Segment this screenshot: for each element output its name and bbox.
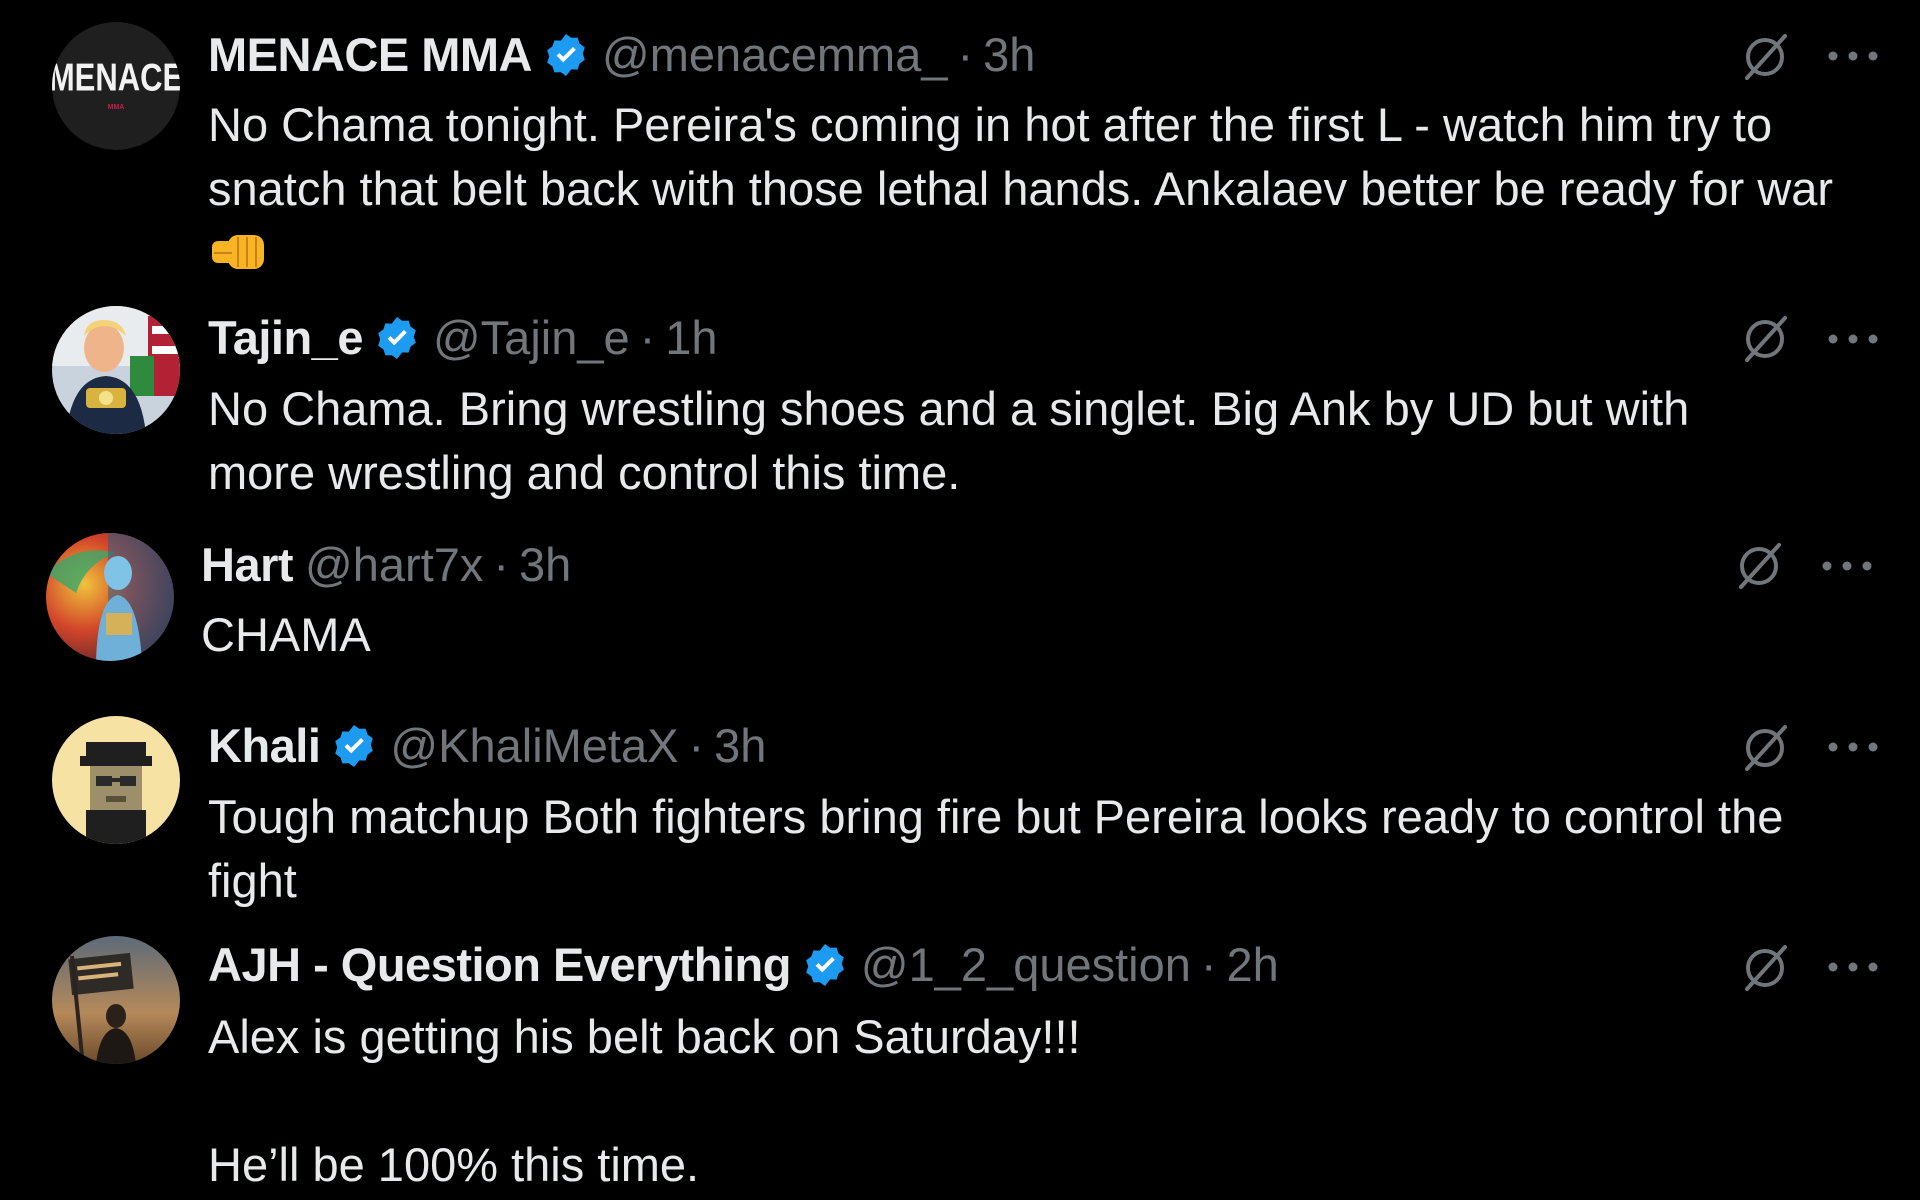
person-with-belt-photo bbox=[52, 306, 180, 434]
tweet-text-content: Tough matchup Both fighters bring fire b… bbox=[208, 790, 1784, 907]
user-handle[interactable]: @menacemma_ bbox=[602, 25, 948, 85]
timestamp[interactable]: 3h bbox=[983, 25, 1035, 85]
verified-badge-icon bbox=[801, 941, 849, 989]
avatar[interactable] bbox=[46, 533, 174, 661]
separator-dot: · bbox=[688, 719, 705, 772]
display-name[interactable]: Khali bbox=[208, 716, 321, 776]
more-options-icon[interactable] bbox=[1826, 960, 1880, 974]
verified-badge-icon bbox=[330, 722, 378, 770]
tweet-header: Hart @hart7x · 3h bbox=[201, 535, 571, 595]
person-holding-flag-photo bbox=[52, 936, 180, 1064]
grok-icon[interactable] bbox=[1740, 32, 1790, 82]
tweet-text: No Chama. Bring wrestling shoes and a si… bbox=[208, 377, 1798, 505]
display-name[interactable]: MENACE MMA bbox=[208, 25, 532, 85]
display-name[interactable]: Tajin_e bbox=[208, 308, 363, 368]
more-options-icon[interactable] bbox=[1826, 740, 1880, 754]
tweet-text: Alex is getting his belt back on Saturda… bbox=[208, 1005, 1888, 1197]
tweet-text: No Chama tonight. Pereira's coming in ho… bbox=[208, 93, 1888, 285]
avatar[interactable]: MENACE MMA bbox=[52, 22, 180, 150]
separator-dot: · bbox=[493, 538, 510, 591]
avatar[interactable] bbox=[52, 936, 180, 1064]
tweet-text: Tough matchup Both fighters bring fire b… bbox=[208, 785, 1828, 913]
grok-icon[interactable] bbox=[1740, 314, 1790, 364]
separator-dot: · bbox=[957, 28, 974, 81]
tweet-header: AJH - Question Everything @1_2_question … bbox=[208, 935, 1279, 995]
oncoming-fist-emoji bbox=[208, 227, 268, 277]
timestamp[interactable]: 3h bbox=[714, 716, 766, 776]
avatar-logo-subtext: MMA bbox=[108, 104, 125, 111]
tweet-text-content: No Chama tonight. Pereira's coming in ho… bbox=[208, 98, 1834, 215]
tweet-text: CHAMA bbox=[201, 603, 1881, 667]
user-handle[interactable]: @Tajin_e bbox=[433, 308, 630, 368]
user-handle[interactable]: @hart7x bbox=[305, 535, 483, 595]
avatar-logo-text: MENACE bbox=[52, 57, 180, 100]
verified-badge-icon bbox=[542, 31, 590, 79]
grok-icon[interactable] bbox=[1740, 943, 1790, 993]
display-name[interactable]: Hart bbox=[201, 535, 294, 595]
more-options-icon[interactable] bbox=[1826, 49, 1880, 63]
tweet-text-line-empty bbox=[208, 1069, 1888, 1133]
grok-icon[interactable] bbox=[1740, 723, 1790, 773]
grok-icon[interactable] bbox=[1734, 541, 1784, 591]
verified-badge-icon bbox=[373, 314, 421, 362]
user-handle[interactable]: @KhaliMetaX bbox=[390, 716, 678, 776]
tweet-text-line: He’ll be 100% this time. bbox=[208, 1138, 700, 1191]
avatar[interactable] bbox=[52, 716, 180, 844]
avatar[interactable] bbox=[52, 306, 180, 434]
tweet-text-content: CHAMA bbox=[201, 608, 371, 661]
pixel-character-with-hat bbox=[52, 716, 180, 844]
surreal-figure-artwork bbox=[46, 533, 174, 661]
tweet-text-line: Alex is getting his belt back on Saturda… bbox=[208, 1010, 1081, 1063]
more-options-icon[interactable] bbox=[1820, 559, 1874, 573]
tweet-text-content: No Chama. Bring wrestling shoes and a si… bbox=[208, 382, 1690, 499]
user-handle[interactable]: @1_2_question bbox=[861, 935, 1191, 995]
timestamp[interactable]: 1h bbox=[665, 308, 717, 368]
timestamp[interactable]: 2h bbox=[1227, 935, 1279, 995]
separator-dot: · bbox=[639, 311, 656, 364]
tweet-header: Tajin_e @Tajin_e · 1h bbox=[208, 308, 718, 368]
timestamp[interactable]: 3h bbox=[519, 535, 571, 595]
menace-mma-logo: MENACE MMA bbox=[52, 22, 180, 150]
more-options-icon[interactable] bbox=[1826, 332, 1880, 346]
tweet-header: Khali @KhaliMetaX · 3h bbox=[208, 716, 766, 776]
tweet-header: MENACE MMA @menacemma_ · 3h bbox=[208, 25, 1035, 85]
separator-dot: · bbox=[1200, 938, 1217, 991]
display-name[interactable]: AJH - Question Everything bbox=[208, 935, 791, 995]
